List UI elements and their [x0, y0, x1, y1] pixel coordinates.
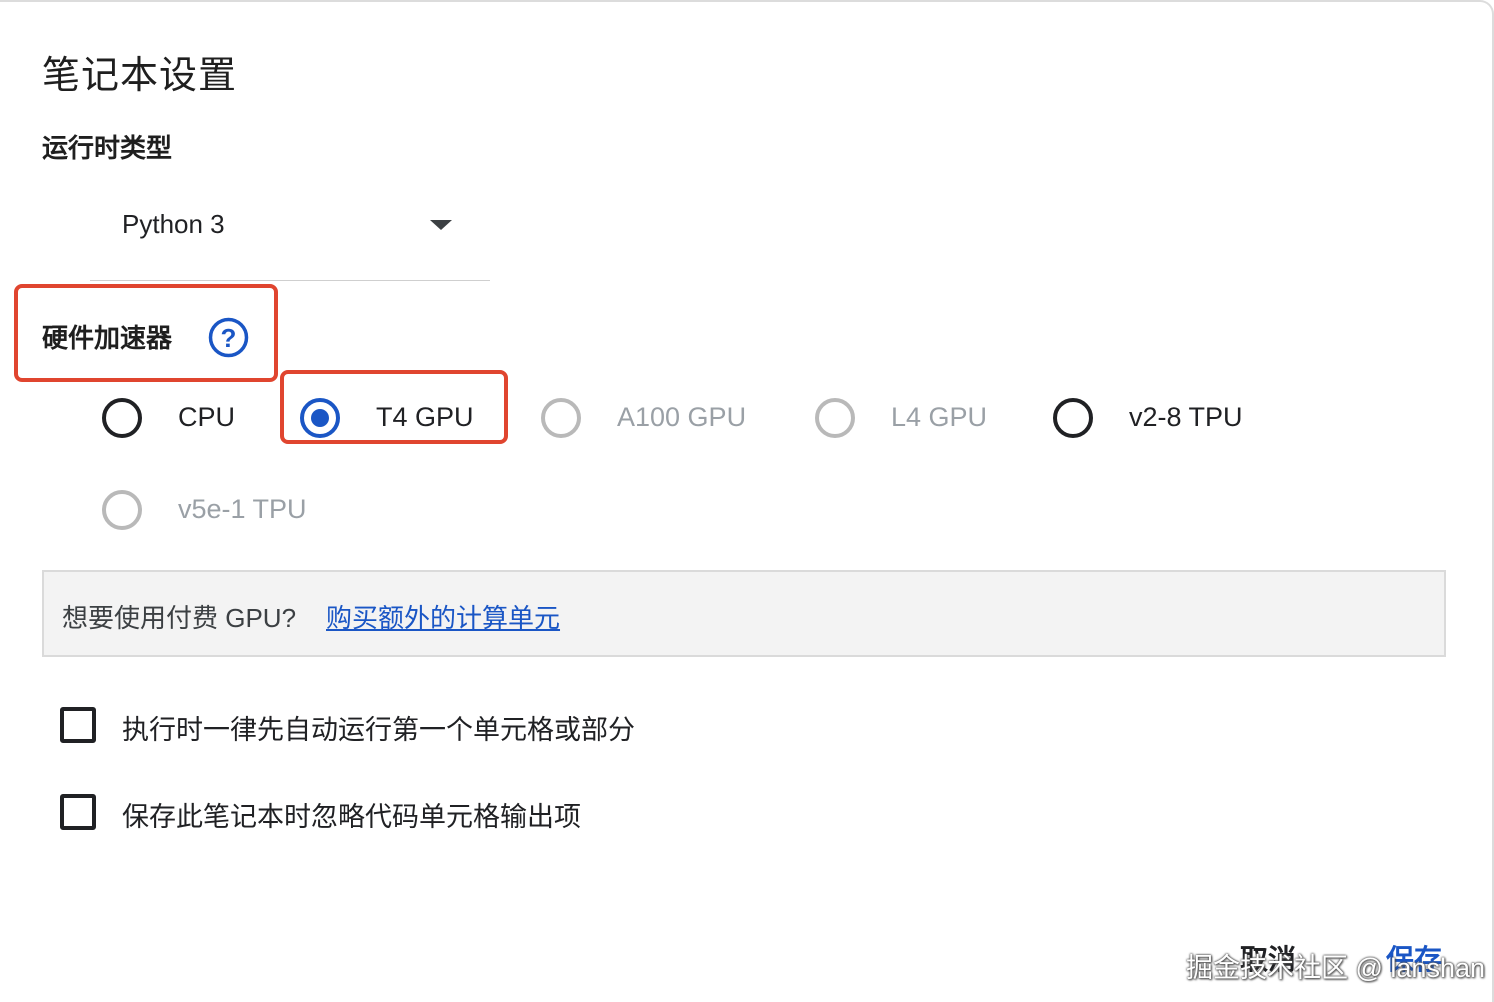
radio-label-v5e-1-tpu: v5e-1 TPU	[178, 494, 307, 524]
radio-label-v2-8-tpu: v2-8 TPU	[1129, 402, 1243, 432]
radio-label-a100-gpu: A100 GPU	[617, 402, 747, 432]
dialog-title: 笔记本设置	[42, 55, 238, 97]
radio-t4-gpu[interactable]	[300, 398, 340, 438]
runtime-type-label: 运行时类型	[42, 133, 173, 163]
radio-a100-gpu	[541, 398, 581, 438]
radio-l4-gpu	[815, 398, 855, 438]
runtime-type-select[interactable]: Python 3	[90, 192, 490, 281]
radio-v2-8-tpu[interactable]	[1053, 398, 1093, 438]
omit-output-checkbox[interactable]	[60, 794, 96, 830]
hardware-accelerator-label: 硬件加速器	[42, 323, 173, 353]
runtime-type-value: Python 3	[122, 209, 225, 239]
svg-text:?: ?	[221, 323, 237, 353]
radio-label-cpu: CPU	[178, 402, 236, 432]
buy-compute-units-link[interactable]: 购买额外的计算单元	[326, 598, 560, 635]
auto-run-first-cell-checkbox[interactable]	[60, 707, 96, 743]
notebook-settings-dialog: 笔记本设置 运行时类型 Python 3 硬件加速器 ? CPU T4 GPU …	[0, 0, 1494, 1002]
help-circle-icon[interactable]: ?	[208, 317, 249, 358]
radio-cpu[interactable]	[102, 398, 142, 438]
paid-gpu-text: 想要使用付费 GPU?	[62, 603, 297, 633]
auto-run-first-cell-label: 执行时一律先自动运行第一个单元格或部分	[122, 715, 635, 745]
dropdown-arrow-icon	[430, 220, 452, 230]
watermark: 掘金技术社区 @ lanshan	[1186, 953, 1485, 983]
paid-gpu-banner: 想要使用付费 GPU? 购买额外的计算单元	[42, 570, 1446, 657]
radio-label-t4-gpu: T4 GPU	[376, 402, 474, 432]
radio-v5e-1-tpu	[102, 490, 142, 530]
omit-output-label: 保存此笔记本时忽略代码单元格输出项	[122, 802, 581, 832]
radio-label-l4-gpu: L4 GPU	[891, 402, 988, 432]
